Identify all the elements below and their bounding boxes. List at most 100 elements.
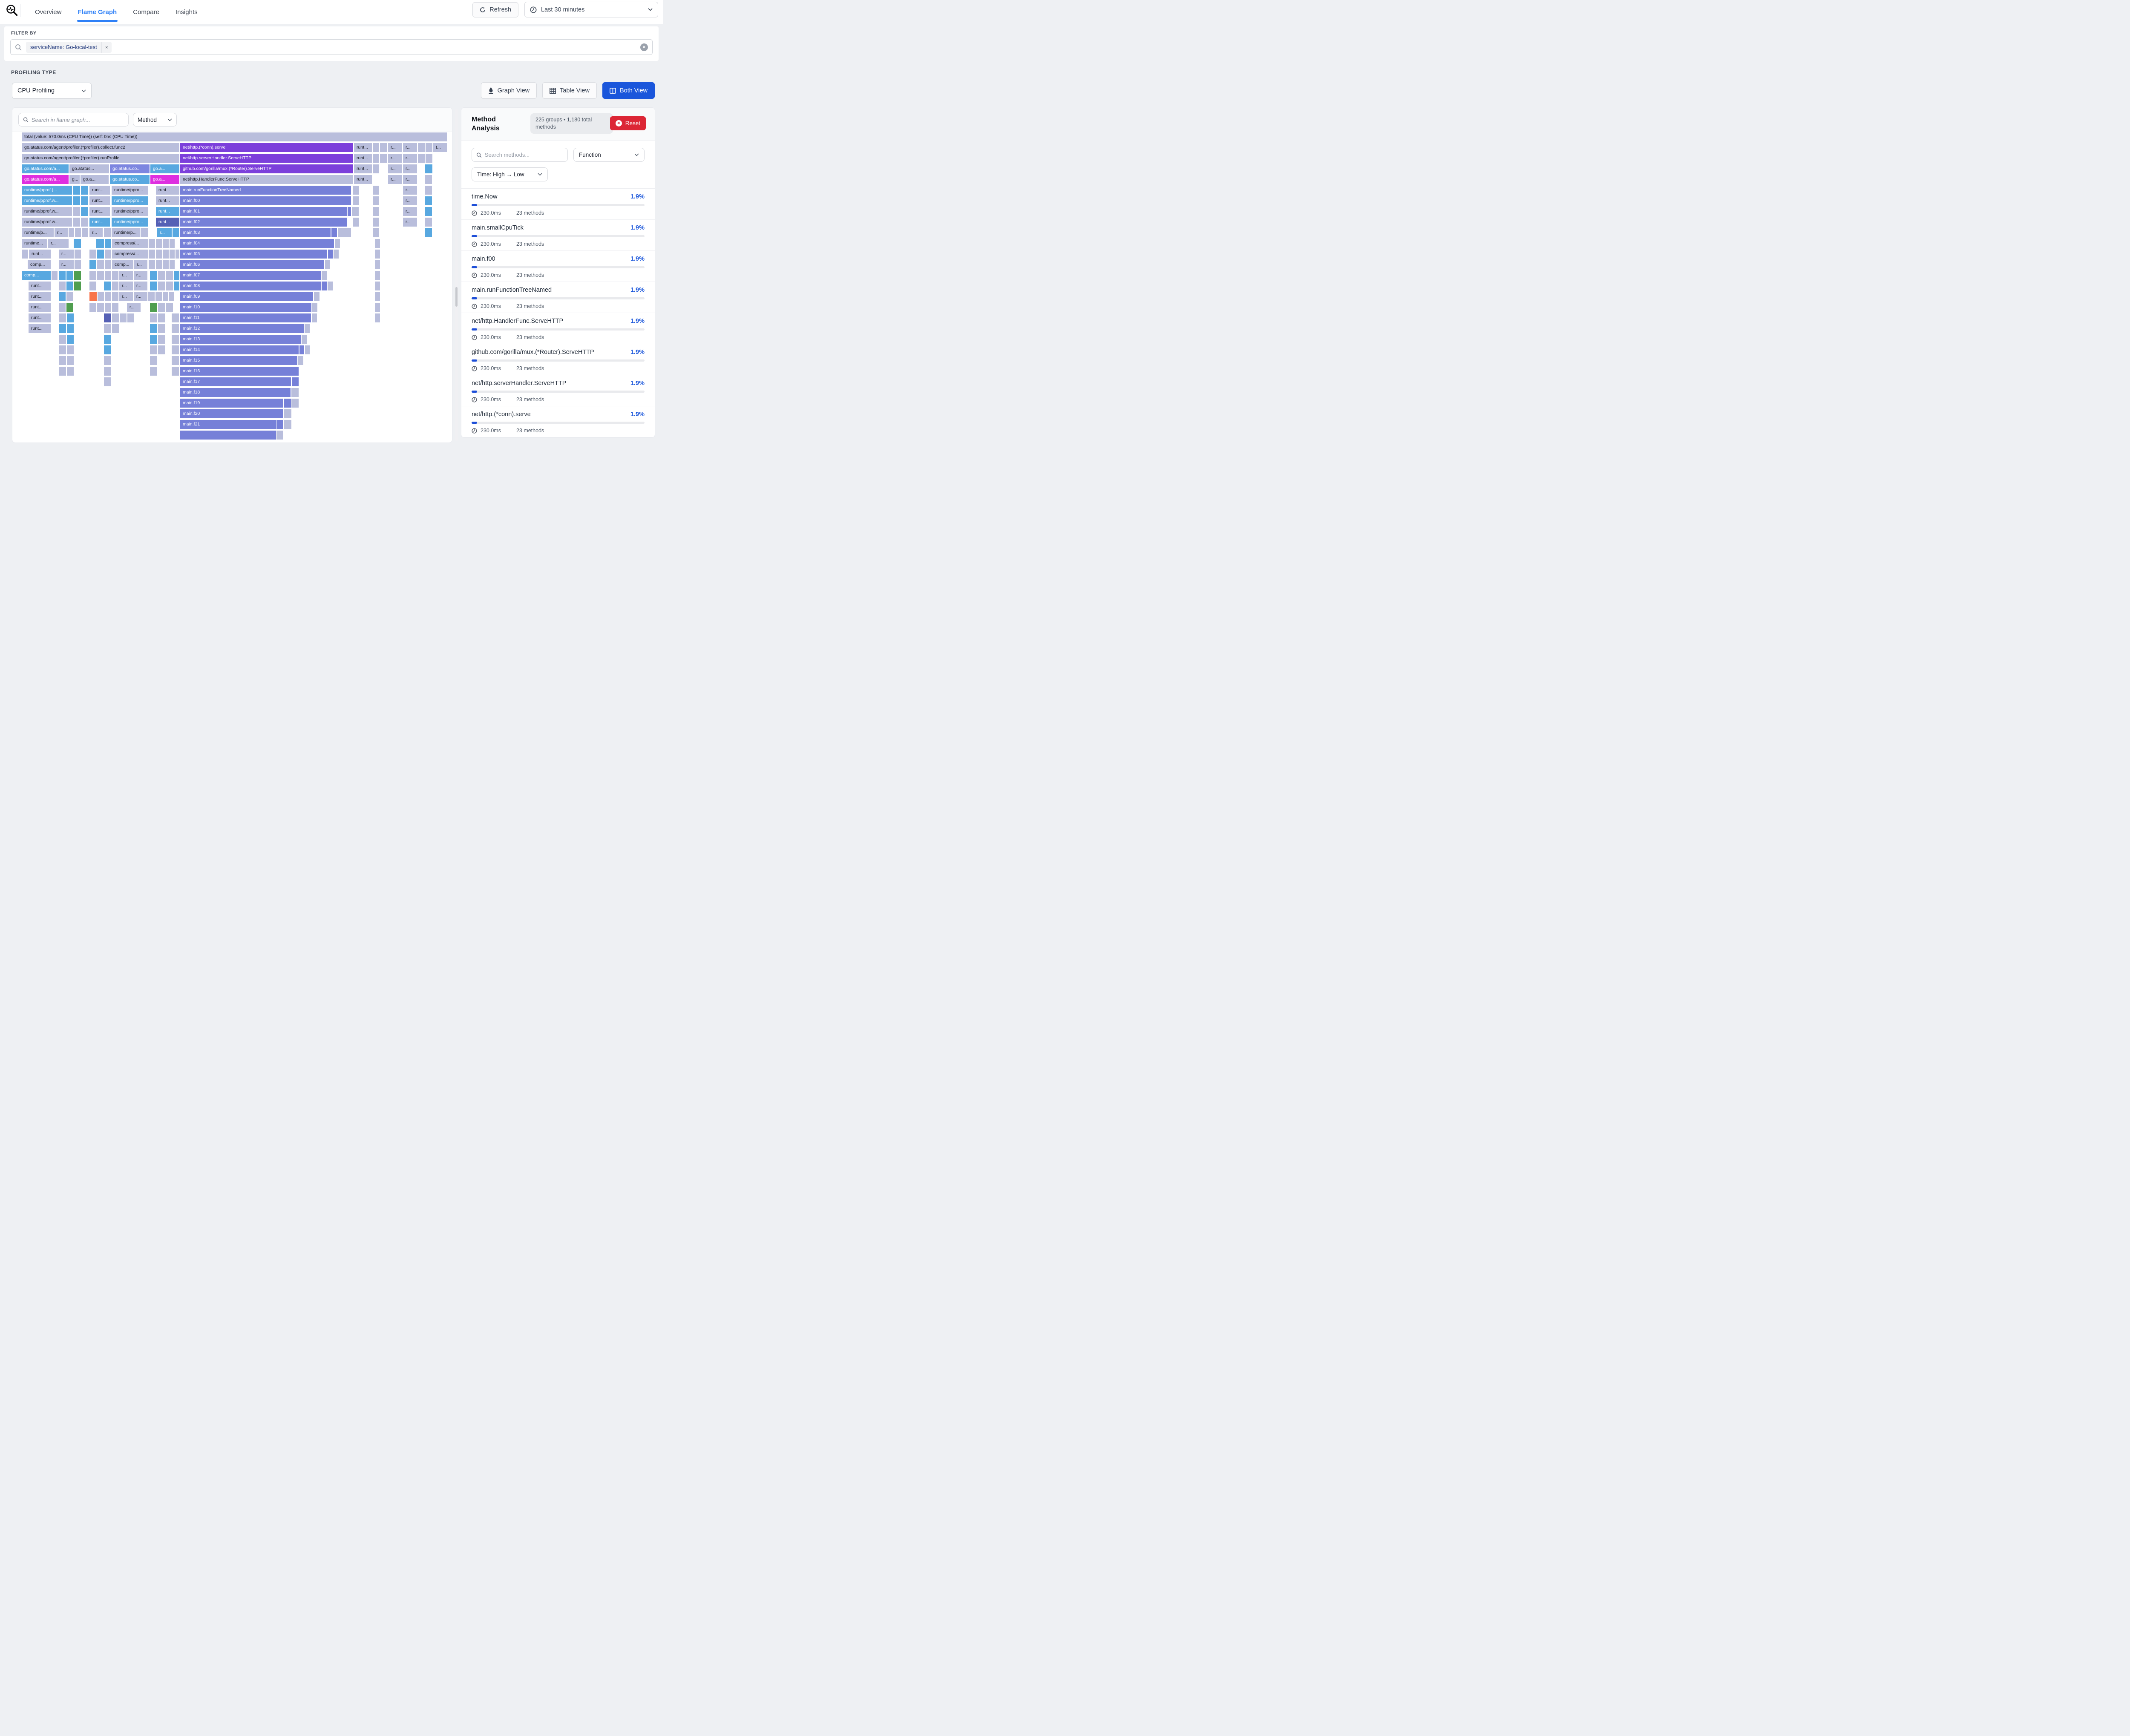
flame-bar[interactable] — [426, 143, 432, 152]
flame-bar-runt-[interactable]: runt... — [156, 218, 179, 227]
flame-bar[interactable] — [299, 345, 304, 354]
flame-bar[interactable] — [105, 250, 111, 259]
flame-bar[interactable] — [373, 143, 379, 152]
flame-bar[interactable] — [418, 143, 425, 152]
flame-bar[interactable] — [105, 239, 111, 248]
flame-bar-net-http-handlerfunc-servehttp[interactable]: net/http.HandlerFunc.ServeHTTP — [180, 175, 353, 184]
flame-bar[interactable] — [166, 282, 173, 290]
flame-bar[interactable] — [170, 260, 175, 269]
flame-bar[interactable] — [97, 260, 104, 269]
flame-bar-comp-[interactable]: comp... — [28, 260, 51, 269]
flame-bar[interactable] — [425, 186, 432, 195]
method-list-item[interactable]: github.com/gorilla/mux.(*Router).ServeHT… — [461, 344, 655, 375]
flame-bar[interactable] — [59, 313, 66, 322]
flame-bar[interactable] — [375, 271, 380, 280]
flame-bar[interactable] — [66, 303, 73, 312]
graph-view-button[interactable]: Graph View — [481, 82, 537, 99]
flame-bar[interactable] — [105, 303, 111, 312]
method-list-item[interactable]: main.runFunctionTreeNamed1.9%230.0ms23 m… — [461, 282, 655, 313]
flame-bar[interactable] — [67, 335, 74, 344]
flame-bar[interactable] — [380, 154, 387, 163]
flame-bar[interactable] — [81, 207, 88, 216]
flame-bar[interactable] — [120, 313, 127, 322]
flame-bar-net-http-serverhandler-servehttp[interactable]: net/http.serverHandler.ServeHTTP — [180, 154, 353, 163]
flame-bar[interactable] — [305, 324, 310, 333]
flame-search-input[interactable] — [32, 117, 124, 123]
flame-bar[interactable] — [67, 313, 74, 322]
flame-bar[interactable] — [373, 154, 379, 163]
flame-bar[interactable] — [104, 335, 111, 344]
flame-bar-main-f05[interactable]: main.f05 — [180, 250, 327, 259]
flame-bar[interactable] — [149, 250, 155, 259]
flame-bar[interactable] — [73, 196, 80, 205]
flame-bar-main-f17[interactable]: main.f17 — [180, 377, 291, 386]
flame-bar[interactable] — [284, 420, 291, 429]
flame-bar-runtime-[interactable]: runtime... — [22, 239, 47, 248]
flame-bar[interactable] — [425, 164, 432, 173]
flame-bar-go-a-[interactable]: go.a... — [150, 164, 179, 173]
flame-bar-go-atatus-com-agent-profiler-profiler-collect-func2[interactable]: go.atatus.com/agent/profiler.(*profiler)… — [22, 143, 179, 152]
flame-bar[interactable] — [375, 303, 380, 312]
flame-bar-runtime-ppro-[interactable]: runtime/ppro... — [112, 218, 148, 227]
flame-bar[interactable] — [75, 260, 81, 269]
flame-bar-runt-[interactable]: runt... — [354, 164, 372, 173]
flame-bar[interactable] — [156, 239, 162, 248]
flame-bar[interactable] — [74, 239, 81, 248]
flame-bar[interactable] — [75, 250, 81, 259]
flame-bar-runt-[interactable]: runt... — [156, 207, 179, 216]
flame-bar[interactable] — [73, 186, 80, 195]
profiling-type-select[interactable]: CPU Profiling — [12, 83, 92, 99]
flame-bar[interactable] — [89, 271, 96, 280]
flame-bar-r-[interactable]: r... — [157, 228, 172, 237]
flame-bar[interactable] — [426, 154, 432, 163]
flame-bar-runt-[interactable]: runt... — [354, 143, 372, 152]
flame-bar[interactable] — [74, 271, 81, 280]
flame-bar[interactable] — [158, 282, 165, 290]
flame-bar[interactable] — [338, 228, 351, 237]
flame-bar[interactable] — [22, 250, 28, 259]
flame-bar[interactable] — [89, 282, 96, 290]
flame-bar-main-f15[interactable]: main.f15 — [180, 356, 297, 365]
tab-overview[interactable]: Overview — [34, 1, 63, 23]
flame-bar-runtime-pprof-w-[interactable]: runtime/pprof.w... — [22, 196, 72, 205]
flame-bar-r-[interactable]: r... — [134, 292, 147, 301]
flame-bar-runtime-ppro-[interactable]: runtime/ppro... — [112, 207, 148, 216]
flame-bar-go-atatus-[interactable]: go.atatus... — [69, 164, 109, 173]
flame-bar-net-http-conn-serve[interactable]: net/http.(*conn).serve — [180, 143, 353, 152]
flame-bar[interactable] — [373, 228, 379, 237]
flame-bar-r-[interactable]: r... — [89, 228, 103, 237]
flame-bar[interactable] — [148, 292, 155, 301]
flame-bar[interactable] — [59, 335, 66, 344]
flame-bar[interactable] — [52, 271, 58, 280]
flame-bar[interactable] — [172, 367, 179, 376]
flame-bar-runt-[interactable]: runt... — [354, 154, 372, 163]
flame-mode-select[interactable]: Method — [133, 113, 177, 126]
flame-bar-g-[interactable]: g... — [69, 175, 80, 184]
flame-bar-runt-[interactable]: runt... — [156, 196, 179, 205]
flame-bar-main-f10[interactable]: main.f10 — [180, 303, 311, 312]
method-list-item[interactable]: net/http.HandlerFunc.ServeHTTP1.9%230.0m… — [461, 313, 655, 344]
flame-bar[interactable] — [66, 292, 73, 301]
flame-bar-r-[interactable]: r... — [403, 207, 417, 216]
flame-bar[interactable] — [158, 324, 165, 333]
flame-bar-r-[interactable]: r... — [59, 260, 74, 269]
flame-bar-main-f12[interactable]: main.f12 — [180, 324, 304, 333]
flame-bar[interactable] — [298, 356, 303, 365]
flame-bar[interactable] — [305, 345, 310, 354]
flame-bar-r-[interactable]: r... — [48, 239, 69, 248]
flame-bar-r-[interactable]: r... — [134, 282, 147, 290]
flame-bar[interactable] — [284, 399, 291, 408]
flame-bar[interactable] — [156, 260, 162, 269]
flame-bar-main-f09[interactable]: main.f09 — [180, 292, 313, 301]
flame-bar-runtime-pprof-w-[interactable]: runtime/pprof.w... — [22, 207, 72, 216]
flame-bar[interactable] — [353, 218, 359, 227]
flame-bar[interactable] — [373, 207, 379, 216]
flame-bar[interactable] — [158, 313, 165, 322]
flame-bar[interactable] — [59, 324, 66, 333]
flame-bar[interactable] — [170, 250, 175, 259]
flame-bar-r-[interactable]: r... — [403, 143, 417, 152]
flame-bar[interactable] — [425, 175, 432, 184]
flame-bar[interactable] — [59, 282, 66, 290]
flame-bar[interactable] — [104, 324, 111, 333]
flame-bar[interactable] — [375, 313, 380, 322]
